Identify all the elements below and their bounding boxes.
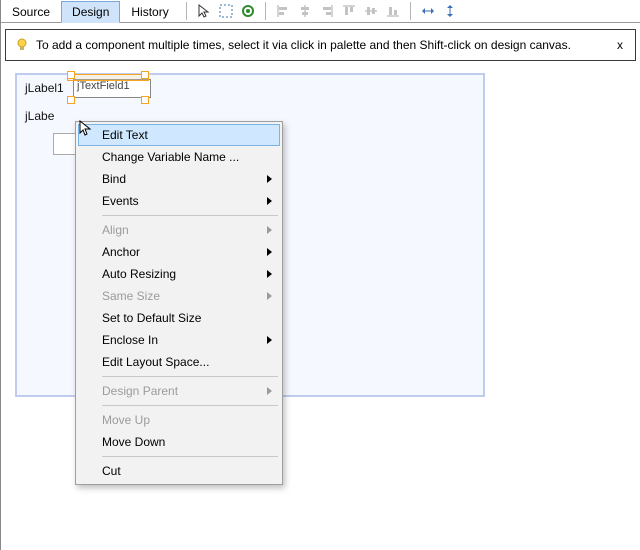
menu-item-label: Events <box>102 194 260 208</box>
menu-item-label: Anchor <box>102 245 260 259</box>
align-center-v-icon[interactable] <box>363 3 379 19</box>
selection-handle[interactable] <box>141 71 149 79</box>
menu-item-change-var[interactable]: Change Variable Name ... <box>78 146 280 168</box>
context-menu: Edit Text Change Variable Name ... Bind Eve… <box>75 121 283 485</box>
hint-close-button[interactable]: x <box>613 38 627 52</box>
submenu-arrow-icon <box>267 387 272 395</box>
toolbar-separator <box>410 2 411 20</box>
hint-bar: To add a component multiple times, selec… <box>5 29 636 61</box>
menu-item-label: Bind <box>102 172 260 186</box>
menu-separator <box>102 405 278 406</box>
menu-item-label: Enclose In <box>102 333 260 347</box>
menu-item-align: Align <box>78 219 280 241</box>
menu-item-autoresize[interactable]: Auto Resizing <box>78 263 280 285</box>
toolbar-separator <box>186 2 187 20</box>
menu-item-defsize[interactable]: Set to Default Size <box>78 307 280 329</box>
submenu-arrow-icon <box>267 336 272 344</box>
menu-item-label: Set to Default Size <box>102 311 260 325</box>
menu-item-designparent: Design Parent <box>78 380 280 402</box>
lightbulb-icon <box>14 37 30 53</box>
menu-item-enclose[interactable]: Enclose In <box>78 329 280 351</box>
tab-design[interactable]: Design <box>61 1 120 23</box>
marquee-icon[interactable] <box>218 3 234 19</box>
selection-handle[interactable] <box>67 96 75 104</box>
menu-item-cut[interactable]: Cut <box>78 460 280 482</box>
menu-item-moveup: Move Up <box>78 409 280 431</box>
toolbar-separator <box>265 2 266 20</box>
menu-separator <box>102 456 278 457</box>
menu-item-samesize: Same Size <box>78 285 280 307</box>
menu-item-anchor[interactable]: Anchor <box>78 241 280 263</box>
menu-item-bind[interactable]: Bind <box>78 168 280 190</box>
menu-item-movedown[interactable]: Move Down <box>78 431 280 453</box>
submenu-arrow-icon <box>267 197 272 205</box>
menu-separator <box>102 215 278 216</box>
menu-item-layoutspace[interactable]: Edit Layout Space... <box>78 351 280 373</box>
component-jtextfield1[interactable]: jTextField1 <box>73 79 151 98</box>
menu-item-label: Design Parent <box>102 384 260 398</box>
menu-item-label: Auto Resizing <box>102 267 260 281</box>
submenu-arrow-icon <box>267 175 272 183</box>
menu-item-label: Move Down <box>102 435 260 449</box>
submenu-arrow-icon <box>267 270 272 278</box>
component-jlabel2[interactable]: jLabe <box>25 109 54 123</box>
tab-history[interactable]: History <box>120 1 179 22</box>
menu-item-edit-text[interactable]: Edit Text <box>78 124 280 146</box>
menu-item-label: Same Size <box>102 289 260 303</box>
resize-v-icon[interactable] <box>442 3 458 19</box>
tab-source[interactable]: Source <box>1 1 61 22</box>
editor-tabstrip: Source Design History <box>1 0 640 23</box>
component-jlabel1[interactable]: jLabel1 <box>25 81 64 95</box>
align-left-icon[interactable] <box>275 3 291 19</box>
menu-item-label: Edit Text <box>102 128 260 142</box>
hint-text: To add a component multiple times, selec… <box>36 38 571 52</box>
preview-icon[interactable] <box>240 3 256 19</box>
selection-guide <box>67 74 149 81</box>
select-icon[interactable] <box>196 3 212 19</box>
menu-item-events[interactable]: Events <box>78 190 280 212</box>
menu-separator <box>102 376 278 377</box>
submenu-arrow-icon <box>267 292 272 300</box>
selection-handle[interactable] <box>141 96 149 104</box>
resize-h-icon[interactable] <box>420 3 436 19</box>
menu-item-label: Edit Layout Space... <box>102 355 260 369</box>
align-top-icon[interactable] <box>341 3 357 19</box>
menu-item-label: Align <box>102 223 260 237</box>
submenu-arrow-icon <box>267 248 272 256</box>
align-right-icon[interactable] <box>319 3 335 19</box>
submenu-arrow-icon <box>267 226 272 234</box>
selection-handle[interactable] <box>67 71 75 79</box>
component-placeholder[interactable] <box>53 133 77 155</box>
menu-item-label: Move Up <box>102 413 260 427</box>
menu-item-label: Cut <box>102 464 260 478</box>
align-center-h-icon[interactable] <box>297 3 313 19</box>
menu-item-label: Change Variable Name ... <box>102 150 260 164</box>
align-bottom-icon[interactable] <box>385 3 401 19</box>
